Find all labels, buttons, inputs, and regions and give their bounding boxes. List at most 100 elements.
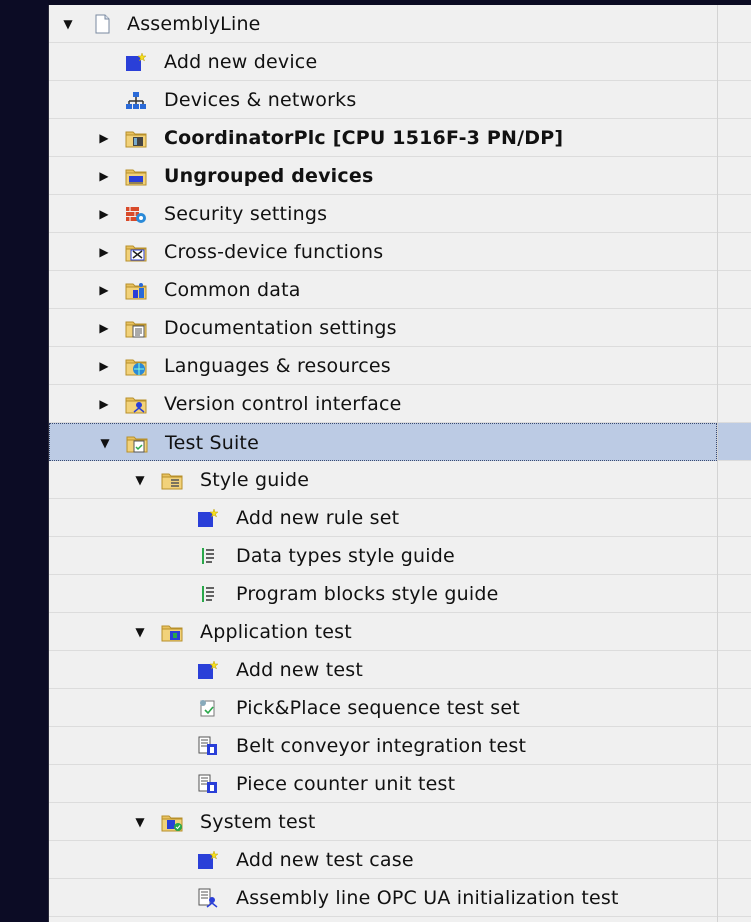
- tree-item[interactable]: Devices & networks: [49, 81, 717, 119]
- test-suite-icon: [126, 433, 148, 453]
- tree-extra-column: [718, 5, 751, 922]
- tree-item[interactable]: ▼ Application test: [49, 613, 717, 651]
- tree-item-label: Add new device: [164, 51, 318, 73]
- tree-item-label: Pick&Place sequence test set: [236, 697, 520, 719]
- tree-item-extra-cell: [718, 423, 751, 461]
- languages-icon: [125, 356, 147, 376]
- tree-item[interactable]: ▶ Security settings: [49, 195, 717, 233]
- expand-down-arrow-icon[interactable]: ▼: [133, 625, 147, 639]
- tree-item-label: Documentation settings: [164, 317, 397, 339]
- tree-item-label: Application test: [200, 621, 352, 643]
- tree-item-extra-cell: [718, 879, 751, 917]
- rule-set-icon: [197, 584, 219, 604]
- expand-right-arrow-icon[interactable]: ▶: [97, 131, 111, 145]
- tree-item-label: Add new rule set: [236, 507, 400, 529]
- tree-item-label: Devices & networks: [164, 89, 357, 111]
- tree-item-label: Security settings: [164, 203, 328, 225]
- tree-item-extra-cell: [718, 499, 751, 537]
- tree-item-extra-cell: [718, 841, 751, 879]
- expand-right-arrow-icon[interactable]: ▶: [97, 169, 111, 183]
- project-tree-panel: ▼ AssemblyLine Add new device Devices & net…: [48, 5, 751, 922]
- tree-item-extra-cell: [718, 537, 751, 575]
- tree-item[interactable]: Program blocks style guide: [49, 575, 717, 613]
- expand-right-arrow-icon[interactable]: ▶: [97, 207, 111, 221]
- tree-item[interactable]: Add new test case: [49, 841, 717, 879]
- expand-down-arrow-icon[interactable]: ▼: [98, 436, 112, 450]
- tree-item[interactable]: Add new device: [49, 43, 717, 81]
- tree-item-extra-cell: [718, 727, 751, 765]
- tree-item-extra-cell: [718, 385, 751, 423]
- tree-item-label: Add new test: [236, 659, 364, 681]
- tree-item-label: Piece counter unit test: [236, 773, 456, 795]
- tree-item[interactable]: Piece counter unit test: [49, 765, 717, 803]
- tree-item-label: Style guide: [200, 469, 310, 491]
- tree-item-extra-cell: [718, 461, 751, 499]
- system-test-case-icon: [197, 888, 219, 908]
- project-file-icon: [91, 14, 113, 34]
- project-tree: ▼ AssemblyLine Add new device Devices & net…: [49, 5, 717, 922]
- tree-item-extra-cell: [718, 765, 751, 803]
- tree-item-label: Add new test case: [236, 849, 414, 871]
- tree-item[interactable]: ▶ Version control interface: [49, 385, 717, 423]
- add-new-icon: [125, 52, 147, 72]
- expand-down-arrow-icon[interactable]: ▼: [61, 17, 75, 31]
- tree-item[interactable]: ▼ Style guide: [49, 461, 717, 499]
- tree-item-label: Program blocks style guide: [236, 583, 499, 605]
- add-new-icon: [197, 508, 219, 528]
- tree-item-extra-cell: [718, 5, 751, 43]
- tree-item[interactable]: ▶ Documentation settings: [49, 309, 717, 347]
- tree-item[interactable]: Assembly line OPC UA initialization test: [49, 879, 717, 917]
- test-case-icon: [197, 774, 219, 794]
- tree-item-label: Test Suite: [165, 432, 259, 454]
- version-control-icon: [125, 394, 147, 414]
- style-guide-folder-icon: [161, 470, 183, 490]
- tree-item-label: System test: [200, 811, 316, 833]
- expand-down-arrow-icon[interactable]: ▼: [133, 473, 147, 487]
- tree-item[interactable]: ▼ Test Suite: [49, 423, 717, 461]
- tree-item-extra-cell: [718, 157, 751, 195]
- cross-device-icon: [125, 242, 147, 262]
- network-icon: [125, 90, 147, 110]
- expand-right-arrow-icon[interactable]: ▶: [97, 245, 111, 259]
- tree-item[interactable]: ▶ Languages & resources: [49, 347, 717, 385]
- add-new-icon: [197, 660, 219, 680]
- tree-item[interactable]: Add new rule set: [49, 499, 717, 537]
- tree-item[interactable]: ▶ Ungrouped devices: [49, 157, 717, 195]
- expand-down-arrow-icon[interactable]: ▼: [133, 815, 147, 829]
- tree-item[interactable]: Pick&Place sequence test set: [49, 689, 717, 727]
- left-sidebar-strip: [0, 0, 48, 922]
- tree-item-extra-cell: [718, 613, 751, 651]
- application-test-folder-icon: [161, 622, 183, 642]
- security-settings-icon: [125, 204, 147, 224]
- tree-item-extra-cell: [718, 689, 751, 727]
- tree-item[interactable]: ▼ AssemblyLine: [49, 5, 717, 43]
- tree-item-extra-cell: [718, 271, 751, 309]
- tree-item-extra-cell: [718, 803, 751, 841]
- test-set-icon: [197, 698, 219, 718]
- tree-item-label: CoordinatorPlc [CPU 1516F-3 PN/DP]: [164, 127, 564, 149]
- expand-right-arrow-icon[interactable]: ▶: [97, 283, 111, 297]
- tree-item[interactable]: Belt conveyor integration test: [49, 727, 717, 765]
- tree-item-label: Data types style guide: [236, 545, 455, 567]
- documentation-icon: [125, 318, 147, 338]
- expand-right-arrow-icon[interactable]: ▶: [97, 397, 111, 411]
- system-test-folder-icon: [161, 812, 183, 832]
- ungrouped-devices-icon: [125, 166, 147, 186]
- tree-item[interactable]: ▶ Cross-device functions: [49, 233, 717, 271]
- tree-item-extra-cell: [718, 651, 751, 689]
- tree-item[interactable]: Data types style guide: [49, 537, 717, 575]
- tree-item-extra-cell: [718, 43, 751, 81]
- tree-item[interactable]: ▶ CoordinatorPlc [CPU 1516F-3 PN/DP]: [49, 119, 717, 157]
- expand-right-arrow-icon[interactable]: ▶: [97, 359, 111, 373]
- test-case-icon: [197, 736, 219, 756]
- common-data-icon: [125, 280, 147, 300]
- expand-right-arrow-icon[interactable]: ▶: [97, 321, 111, 335]
- tree-item-extra-cell: [718, 119, 751, 157]
- tree-item[interactable]: Add new test: [49, 651, 717, 689]
- tree-item[interactable]: ▶ Common data: [49, 271, 717, 309]
- tree-item-extra-cell: [718, 195, 751, 233]
- tree-item-label: Common data: [164, 279, 301, 301]
- tree-item[interactable]: ▼ System test: [49, 803, 717, 841]
- tree-item-label: Cross-device functions: [164, 241, 384, 263]
- tree-item-extra-cell: [718, 575, 751, 613]
